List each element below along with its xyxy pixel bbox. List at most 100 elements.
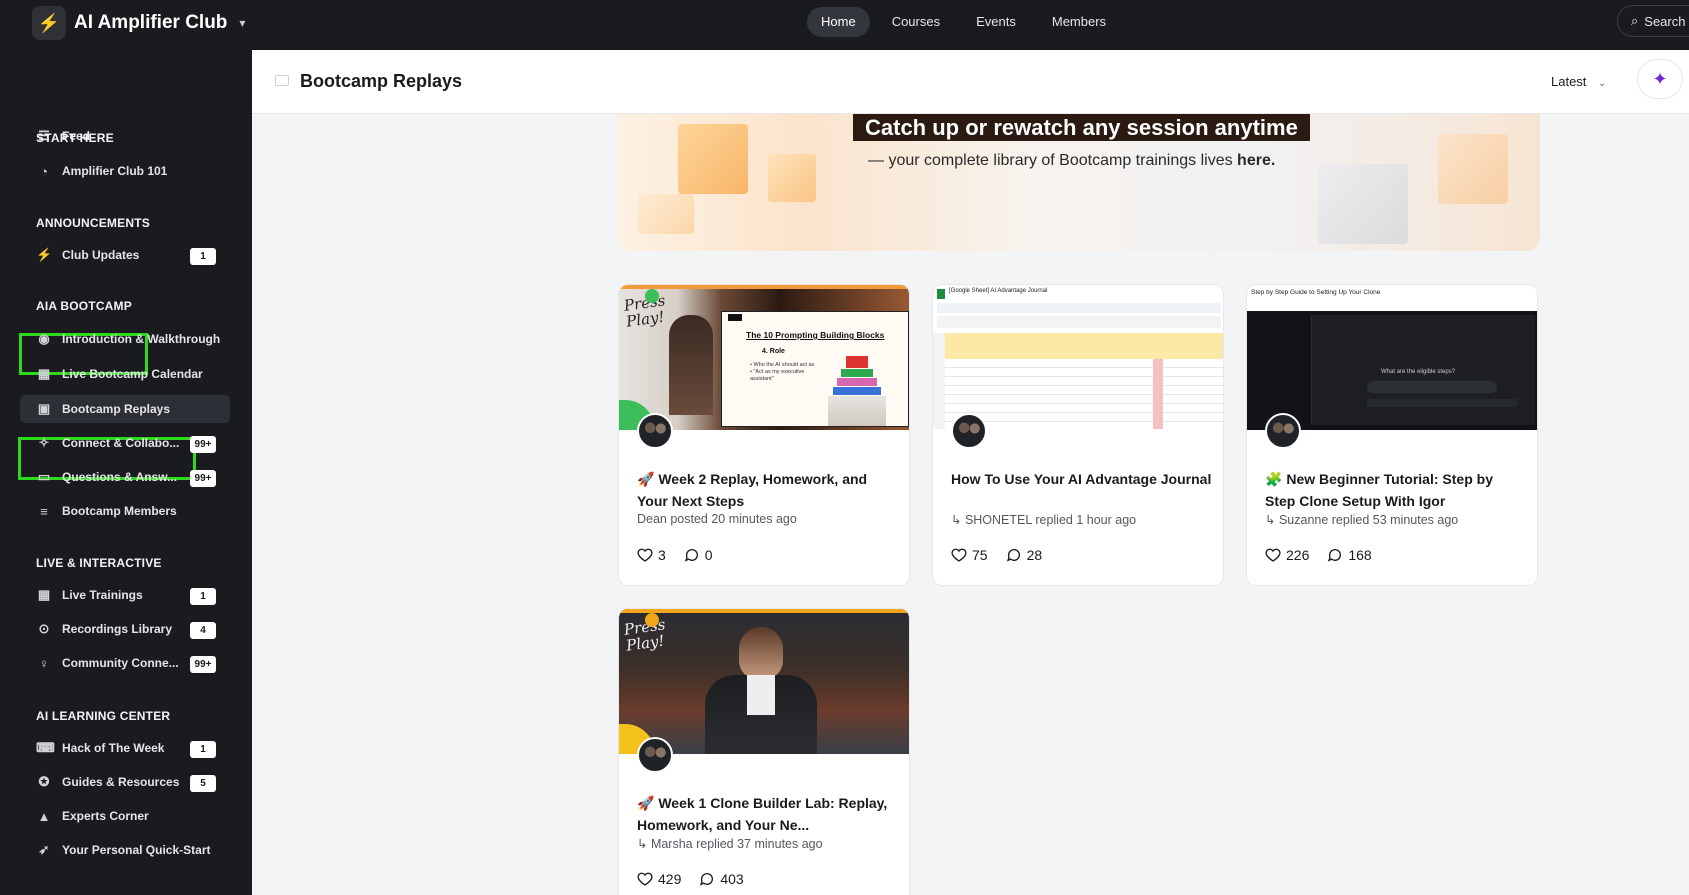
comment-count: 0 <box>704 547 713 563</box>
comment-icon <box>700 873 714 886</box>
comment-button[interactable]: 403 <box>699 871 744 887</box>
sidebar-item-bootcamp-replays[interactable]: ▣ Bootcamp Replays <box>36 396 170 422</box>
post-thumbnail: Press Play! <box>619 609 909 754</box>
section-heading-aia-bootcamp: AIA BOOTCAMP <box>36 299 132 313</box>
avatar <box>951 413 987 449</box>
count-badge: 99+ <box>190 470 216 487</box>
sidebar-item-label: Experts Corner <box>62 809 149 823</box>
post-stats: 3 0 <box>637 547 713 563</box>
avatar <box>637 737 673 773</box>
heart-icon <box>951 548 967 562</box>
comment-button[interactable]: 28 <box>1006 547 1043 563</box>
sidebar-item-label: Bootcamp Replays <box>62 402 171 416</box>
count-badge: 99+ <box>190 436 216 453</box>
sort-dropdown[interactable]: Latest ⌄ <box>1551 74 1606 89</box>
sort-label: Latest <box>1551 74 1587 89</box>
avatar <box>1265 413 1301 449</box>
bolt-icon: ⚡ <box>36 247 53 262</box>
sidebar-item-bootcamp-members[interactable]: ≡ Bootcamp Members <box>36 498 177 524</box>
comment-button[interactable]: 0 <box>684 547 713 563</box>
sidebar-item-label: Amplifier Club 101 <box>62 164 168 178</box>
post-title: 🚀 Week 2 Replay, Homework, and Your Next… <box>637 471 868 509</box>
post-meta: ↳ Suzanne replied 53 minutes ago <box>1265 513 1459 527</box>
sidebar-item-live-bootcamp-calendar[interactable]: ▦ Live Bootcamp Calendar <box>36 361 203 387</box>
post-stats: 429 403 <box>637 871 744 887</box>
ai-sparkle-button[interactable]: ✦ <box>1637 59 1683 99</box>
community-switcher[interactable]: ⚡ AI Amplifier Club ▾ <box>32 6 245 40</box>
comment-icon <box>1006 549 1020 562</box>
nav-members[interactable]: Members <box>1038 7 1120 37</box>
sidebar-item-label: Club Updates <box>62 248 140 262</box>
like-button[interactable]: 226 <box>1265 547 1309 563</box>
pyramid-graphic <box>828 356 886 426</box>
search-icon: ⌕ <box>1631 13 1639 28</box>
nav-events[interactable]: Events <box>962 7 1030 37</box>
calendar-icon: ▦ <box>37 587 51 602</box>
play-badge-icon <box>645 613 659 627</box>
decor-cube <box>768 154 816 202</box>
heart-icon <box>1265 548 1281 562</box>
slide-title: The 10 Prompting Building Blocks <box>746 330 885 340</box>
sidebar-item-experts-corner[interactable]: ▲ Experts Corner <box>36 803 149 829</box>
post-meta: ↳ Marsha replied 37 minutes ago <box>637 837 823 851</box>
post-card[interactable]: [Google Sheet] AI Advantage Journal How … <box>932 284 1224 586</box>
cover-banner: Catch up or rewatch any session anytime … <box>618 114 1540 251</box>
post-stats: 75 28 <box>951 547 1042 563</box>
calendar-icon: ▦ <box>37 366 51 381</box>
top-bar: ⚡ AI Amplifier Club ▾ Home Courses Event… <box>0 0 1689 50</box>
sidebar-item-club-updates[interactable]: ⚡ Club Updates <box>36 242 139 268</box>
space-header: Bootcamp Replays Latest ⌄ ✦ <box>252 50 1689 114</box>
sidebar-item-label: Questions & Answ... <box>62 470 178 484</box>
sidebar-item-label: Introduction & Walkthrough <box>62 332 221 346</box>
sidebar-item-live-trainings[interactable]: ▦ Live Trainings <box>36 582 143 608</box>
comment-count: 28 <box>1026 547 1043 563</box>
comment-button[interactable]: 168 <box>1327 547 1372 563</box>
sidebar-item-label: Bootcamp Members <box>62 504 177 518</box>
section-heading-ai-learning-center: AI LEARNING CENTER <box>36 709 171 723</box>
rocket-icon: ➶ <box>38 842 50 857</box>
post-card[interactable]: Step by Step Guide to Setting Up Your Cl… <box>1246 284 1538 586</box>
like-button[interactable]: 3 <box>637 547 666 563</box>
sidebar-item-label: Your Personal Quick-Start <box>62 843 211 857</box>
post-title: 🚀 Week 1 Clone Builder Lab: Replay, Home… <box>637 795 888 833</box>
play-badge-icon <box>645 289 659 303</box>
nav-home[interactable]: Home <box>807 7 870 37</box>
sidebar-item-recordings-library[interactable]: ⊙ Recordings Library <box>36 616 172 642</box>
like-button[interactable]: 75 <box>951 547 988 563</box>
search-button[interactable]: ⌕ Search <box>1617 5 1689 37</box>
handshake-icon: ✧ <box>38 435 50 450</box>
nav-courses[interactable]: Courses <box>878 7 954 37</box>
sparkle-icon: ✦ <box>1652 68 1668 89</box>
sidebar-item-introduction-walkthrough[interactable]: ◉ Introduction & Walkthrough <box>36 326 220 352</box>
chevron-down-icon: ⌄ <box>1598 78 1607 89</box>
sidebar-item-community-connect[interactable]: ♀ Community Conne... <box>36 650 179 676</box>
sidebar-item-connect-collaborate[interactable]: ✧ Connect & Collabo... <box>36 430 180 456</box>
section-heading-announcements: ANNOUNCEMENTS <box>36 216 150 230</box>
decor-cube <box>1438 134 1508 204</box>
presenter-head <box>739 627 783 679</box>
chat-icon: ▭ <box>37 469 51 484</box>
comment-icon <box>1328 549 1342 562</box>
video-icon <box>275 75 289 86</box>
sidebar-item-hack-of-the-week[interactable]: ⌨ Hack of The Week <box>36 735 164 761</box>
sidebar-item-personal-quick-start[interactable]: ➶ Your Personal Quick-Start <box>36 837 211 863</box>
sidebar-item-amplifier-club-101[interactable]: ◔ Amplifier Club 101 <box>36 158 167 184</box>
banner-headline: Catch up or rewatch any session anytime <box>853 114 1310 141</box>
post-title: How To Use Your AI Advantage Journal <box>951 471 1212 487</box>
page-title: Bootcamp Replays <box>300 71 463 91</box>
like-button[interactable]: 429 <box>637 871 681 887</box>
compass-icon: ✪ <box>38 774 50 789</box>
count-badge: 4 <box>190 622 216 639</box>
terminal-icon: ⌨ <box>36 740 55 755</box>
play-circle-icon: ⊙ <box>38 621 50 636</box>
sidebar: ☰ Feed START HERE ◔ Amplifier Club 101 A… <box>0 50 252 895</box>
sidebar-item-label: Hack of The Week <box>62 741 165 755</box>
post-card[interactable]: Press Play! 🚀 Week 1 Clone Builder Lab: R… <box>618 608 910 895</box>
post-card[interactable]: Press Play! The 10 Prompting Building Blo… <box>618 284 910 586</box>
search-label: Search <box>1644 13 1686 29</box>
sidebar-item-questions-answers[interactable]: ▭ Questions & Answ... <box>36 464 177 490</box>
section-heading-live-interactive: LIVE & INTERACTIVE <box>36 556 162 570</box>
banner-subtitle: — your complete library of Bootcamp trai… <box>868 152 1276 169</box>
post-meta: ↳ SHONETEL replied 1 hour ago <box>951 513 1137 527</box>
sidebar-item-guides-resources[interactable]: ✪ Guides & Resources <box>36 769 180 795</box>
